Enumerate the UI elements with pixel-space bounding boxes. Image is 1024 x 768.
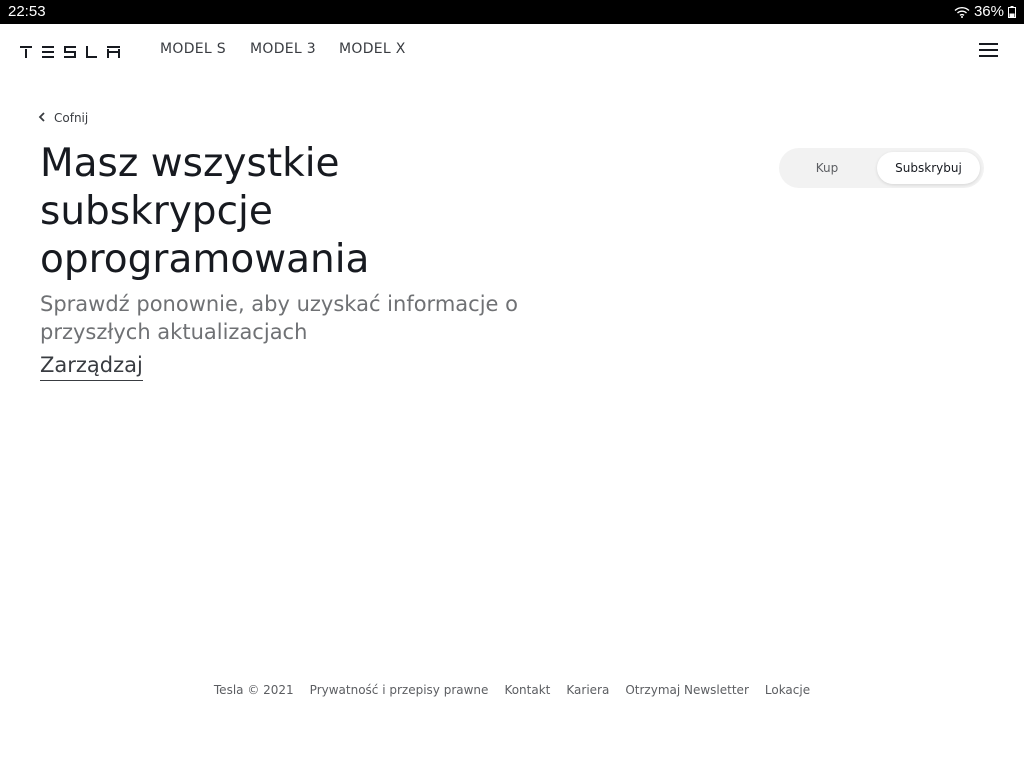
battery-icon	[1008, 5, 1016, 18]
footer-link-contact[interactable]: Kontakt	[504, 683, 550, 697]
footer-link-locations[interactable]: Lokacje	[765, 683, 810, 697]
nav-link-model-3[interactable]: MODEL 3	[250, 41, 316, 57]
tesla-logo[interactable]	[20, 43, 120, 62]
footer: Tesla © 2021 Prywatność i przepisy prawn…	[0, 683, 1024, 697]
page-subtitle: Sprawdź ponownie, aby uzyskać informacje…	[40, 292, 518, 344]
footer-link-privacy[interactable]: Prywatność i przepisy prawne	[310, 683, 489, 697]
status-right-group: 36%	[954, 3, 1016, 20]
back-link-label: Cofnij	[54, 111, 89, 125]
chevron-left-icon	[38, 111, 46, 125]
back-link[interactable]: Cofnij	[38, 111, 88, 125]
top-navigation: MODEL S MODEL 3 MODEL X	[0, 24, 1024, 76]
footer-link-careers[interactable]: Kariera	[566, 683, 609, 697]
battery-percent: 36%	[973, 3, 1004, 20]
status-time: 22:53	[8, 3, 46, 20]
manage-link[interactable]: Zarządzaj	[40, 350, 143, 381]
buy-subscribe-toggle: Kup Subskrybuj	[779, 148, 984, 188]
wifi-icon	[954, 6, 970, 18]
footer-link-newsletter[interactable]: Otrzymaj Newsletter	[625, 683, 749, 697]
toggle-option-buy[interactable]: Kup	[783, 152, 871, 184]
nav-link-model-x[interactable]: MODEL X	[339, 41, 406, 57]
nav-link-model-s[interactable]: MODEL S	[160, 41, 226, 57]
footer-copyright: Tesla © 2021	[213, 683, 294, 697]
hamburger-menu-icon[interactable]	[979, 42, 999, 58]
toggle-option-subscribe[interactable]: Subskrybuj	[877, 152, 980, 184]
page-title: Masz wszystkie subskrypcje oprogramowani…	[40, 141, 370, 282]
status-bar: 22:53 36%	[0, 0, 1024, 24]
